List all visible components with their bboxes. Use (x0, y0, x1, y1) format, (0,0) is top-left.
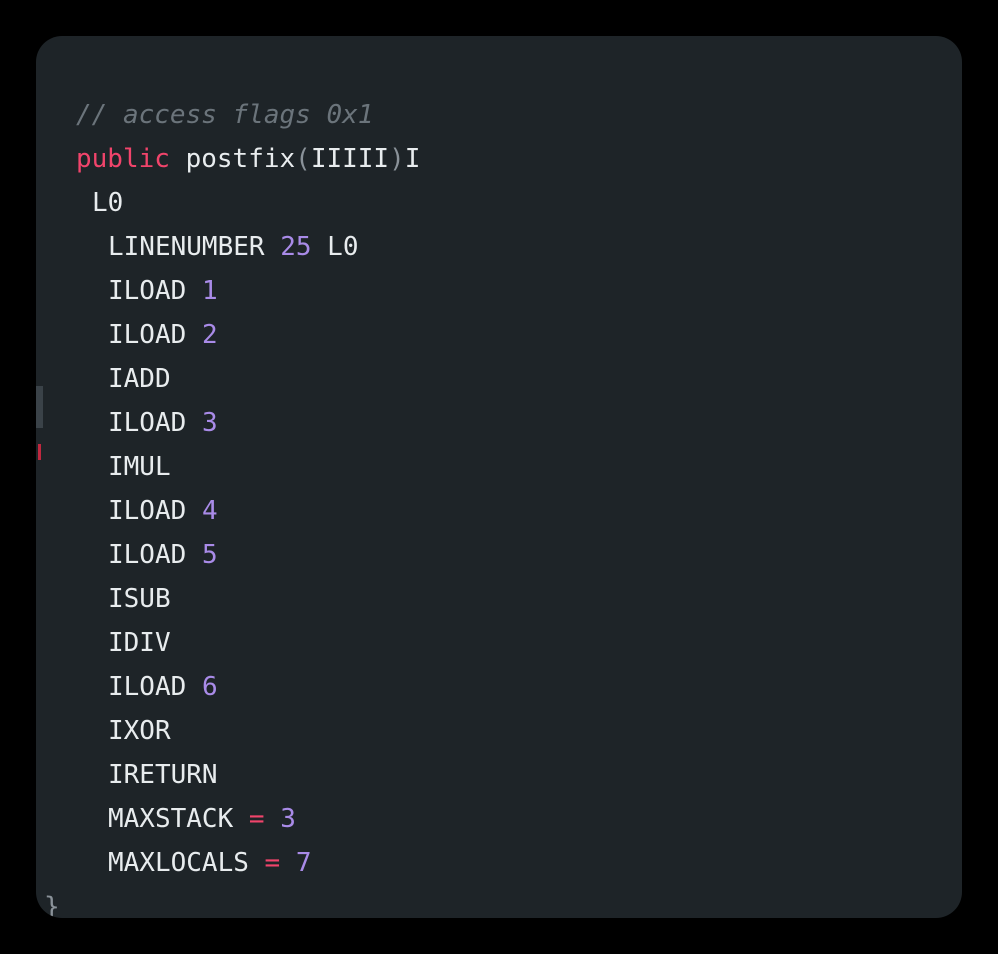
instruction-line: ILOAD 4 (108, 489, 218, 533)
opcode: ILOAD (108, 276, 187, 306)
code-window: // access flags 0x1 public postfix(IIIII… (36, 36, 962, 918)
close-paren: ) (389, 144, 405, 174)
opcode: IRETURN (108, 760, 218, 790)
method-signature: public postfix(IIIII)I (76, 137, 420, 181)
label-ref: L0 (327, 232, 359, 262)
instruction-line: IMUL (108, 445, 171, 489)
maxlocals-equals: = (264, 848, 281, 878)
comment-line: // access flags 0x1 (76, 100, 374, 130)
instruction-line: ISUB (108, 577, 171, 621)
instruction-line: IADD (108, 357, 171, 401)
maxstack-equals: = (248, 804, 265, 834)
operand: 4 (201, 496, 218, 526)
instruction-line: IXOR (108, 709, 171, 753)
gutter-error-marker (38, 444, 41, 460)
opcode: ILOAD (108, 496, 187, 526)
instruction-line: ILOAD 5 (108, 533, 218, 577)
maxstack-key: MAXSTACK (108, 804, 234, 834)
opcode: ILOAD (108, 320, 187, 350)
method-name: postfix (185, 144, 296, 174)
opcode: ILOAD (108, 672, 187, 702)
instruction-line: ILOAD 3 (108, 401, 218, 445)
instruction-line: ILOAD 1 (108, 269, 218, 313)
label-line: L0 (92, 188, 124, 218)
opcode: IXOR (108, 716, 171, 746)
operand: 6 (201, 672, 218, 702)
maxlocals-value: 7 (295, 848, 312, 878)
opcode: ISUB (108, 584, 171, 614)
instruction-line: ILOAD 2 (108, 313, 218, 357)
maxlocals-key: MAXLOCALS (108, 848, 249, 878)
opcode: IMUL (108, 452, 171, 482)
closing-brace: } (44, 892, 60, 918)
opcode: ILOAD (108, 408, 187, 438)
method-params: IIIII (310, 144, 390, 174)
maxstack-value: 3 (280, 804, 296, 834)
instruction-line: IRETURN (108, 753, 218, 797)
open-paren: ( (295, 144, 311, 174)
return-type: I (404, 144, 421, 174)
operand: 2 (201, 320, 218, 350)
operand: 25 (280, 232, 312, 262)
operand: 1 (201, 276, 218, 306)
opcode: IDIV (108, 628, 171, 658)
operand: 5 (201, 540, 218, 570)
maxstack-line: MAXSTACK = 3 (108, 797, 296, 841)
access-keyword: public (76, 144, 170, 174)
gutter-marker (36, 386, 43, 428)
instruction-line: ILOAD 6 (108, 665, 218, 709)
instruction-line: LINENUMBER 25 L0 (108, 225, 358, 269)
instruction-line: IDIV (108, 621, 171, 665)
opcode: IADD (108, 364, 171, 394)
opcode: ILOAD (108, 540, 187, 570)
maxlocals-line: MAXLOCALS = 7 (108, 841, 312, 885)
operand: 3 (201, 408, 218, 438)
opcode: LINENUMBER (108, 232, 265, 262)
